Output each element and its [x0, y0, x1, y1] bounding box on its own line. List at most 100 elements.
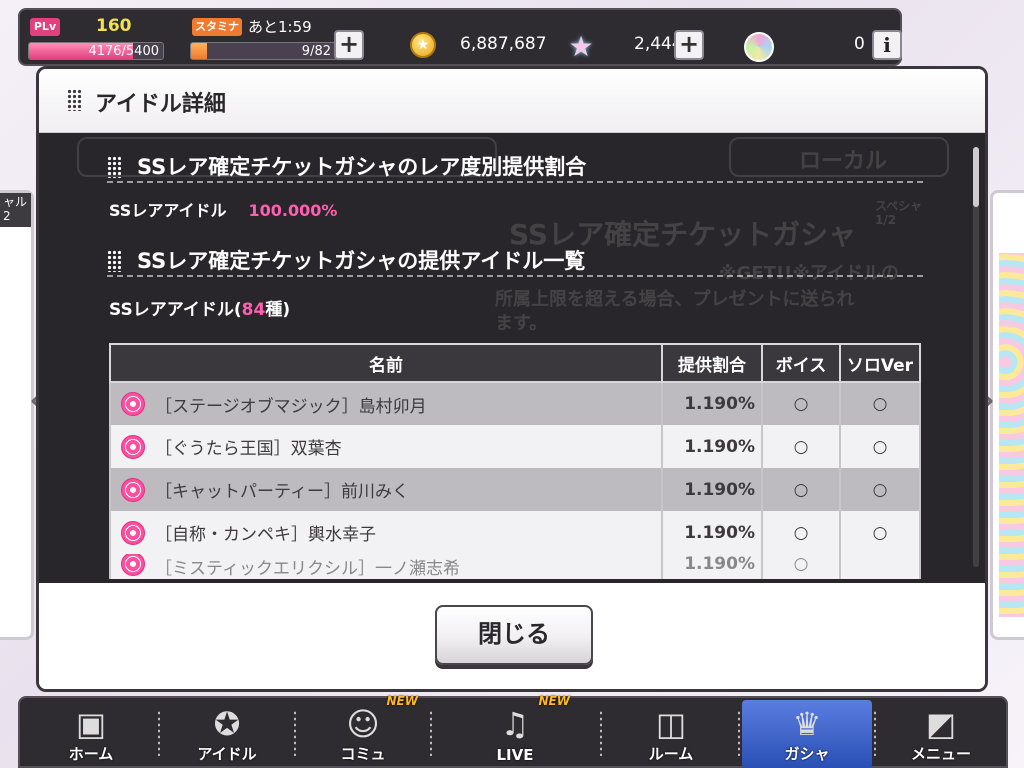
stamina-plus-button[interactable]: + — [334, 30, 364, 60]
idol-list-heading: SSレア確定チケットガシャの提供アイドル一覧 — [107, 245, 923, 277]
idol-rate: 1.190% — [661, 511, 763, 554]
nav-commu[interactable]: NEW ☺ コミュ — [298, 694, 428, 768]
nav-live[interactable]: NEW ♫ LIVE — [450, 694, 580, 768]
solo-mark: ○ — [839, 468, 921, 511]
table-row[interactable]: ［ぐうたら王国］双葉杏 1.190% ○ ○ — [109, 425, 921, 468]
nav-idol[interactable]: ✪ アイドル — [162, 700, 292, 768]
idol-name-cell: ［ステージオブマジック］島村卯月 — [109, 382, 663, 425]
nav-divider — [294, 710, 296, 756]
chat-icon: ☺ — [346, 705, 380, 743]
idol-rate: 1.190% — [661, 382, 763, 425]
idol-rate: 1.190% — [661, 554, 763, 579]
idol-detail-dialog: アイドル詳細 ローカル SSレア確定チケットガシャ スペシャ 1/2 ※GET!… — [36, 66, 988, 692]
close-button[interactable]: 閉じる — [435, 605, 593, 665]
nav-menu[interactable]: ◩ メニュー — [876, 700, 1006, 768]
dialog-footer: 閉じる — [39, 583, 985, 689]
dialog-scroll-area[interactable]: ローカル SSレア確定チケットガシャ スペシャ 1/2 ※GET!!※アイドルの… — [39, 133, 985, 583]
table-row[interactable]: ［ミスティックエリクシル］一ノ瀬志希 1.190% ○ — [109, 554, 921, 579]
dialog-title: アイドル詳細 — [95, 92, 226, 117]
idol-name: ［自称・カンペキ］輿水幸子 — [155, 525, 376, 545]
nav-room[interactable]: ◫ ルーム — [606, 700, 736, 768]
table-row[interactable]: ［キャットパーティー］前川みく 1.190% ○ ○ — [109, 468, 921, 511]
rarity-rate-heading-text: SSレア確定チケットガシャのレア度別提供割合 — [137, 155, 587, 179]
nav-label: ホーム — [68, 745, 114, 763]
rarity-label: SSレアアイドル — [109, 201, 227, 220]
col-header-name: 名前 — [109, 343, 663, 383]
nav-divider — [158, 710, 160, 756]
music-note-icon: ♫ — [500, 705, 530, 743]
stamina-timer: あと1:59 — [248, 18, 312, 36]
speaker-icon: ▣ — [75, 705, 107, 743]
voice-mark: ○ — [761, 511, 841, 554]
grid-dots-icon — [107, 156, 121, 178]
nav-label: ガシャ — [784, 745, 830, 763]
bottom-nav: ▣ ホーム ✪ アイドル NEW ☺ コミュ NEW ♫ LIVE ◫ ルーム … — [18, 694, 1008, 768]
crown-icon: ♛ — [792, 705, 822, 743]
idol-count-line: SSレアアイドル(84種) — [109, 295, 290, 320]
idol-count-prefix: SSレアアイドル( — [109, 300, 242, 320]
idol-name-cell: ［キャットパーティー］前川みく — [109, 468, 663, 511]
nav-label: メニュー — [910, 745, 971, 763]
nav-gacha[interactable]: ♛ ガシャ — [742, 700, 872, 768]
idol-name: ［ミスティックエリクシル］一ノ瀬志希 — [155, 559, 460, 579]
menu-icon: ◩ — [925, 705, 957, 743]
new-badge: NEW — [386, 694, 418, 708]
voice-mark: ○ — [761, 554, 841, 579]
money-coin-icon: ★ — [410, 32, 436, 58]
banner-art — [999, 253, 1024, 617]
idol-name-cell: ［自称・カンペキ］輿水幸子 — [109, 511, 663, 554]
nav-home[interactable]: ▣ ホーム — [26, 700, 156, 768]
idol-name: ［ステージオブマジック］島村卯月 — [155, 396, 427, 417]
player-level: 160 — [96, 16, 132, 36]
solo-mark: ○ — [839, 511, 921, 554]
solo-mark — [839, 554, 921, 579]
nav-label: LIVE — [496, 746, 534, 764]
idol-count-value: 84 — [241, 300, 266, 320]
scrollbar[interactable] — [973, 147, 979, 567]
nav-divider — [738, 710, 740, 756]
nav-divider — [430, 710, 432, 756]
scrollbar-thumb[interactable] — [973, 147, 979, 207]
info-button[interactable]: i — [872, 30, 902, 60]
stamina-bar-fill — [191, 43, 208, 59]
jewel-plus-button[interactable]: + — [674, 30, 704, 60]
table-header-row: 名前 提供割合 ボイス ソロVer — [109, 343, 921, 383]
rarity-rate-line: SSレアアイドル 100.000% — [109, 197, 337, 221]
stamina-badge: スタミナ — [192, 18, 242, 36]
ghost-text-3: ます。 — [495, 313, 548, 334]
col-header-rate: 提供割合 — [661, 343, 763, 383]
ssr-flower-icon — [121, 392, 145, 416]
ssr-flower-icon — [121, 477, 145, 502]
ssr-flower-icon — [121, 520, 145, 545]
voice-mark: ○ — [761, 468, 841, 511]
rainbow-orb-icon — [744, 32, 774, 62]
col-header-solo: ソロVer — [839, 343, 921, 383]
ghost-text-2: 所属上限を超える場合、プレゼントに送られ — [495, 289, 855, 310]
voice-mark: ○ — [761, 382, 841, 425]
new-badge: NEW — [538, 694, 570, 708]
nav-divider — [600, 710, 602, 756]
solo-mark: ○ — [839, 382, 921, 425]
left-banner-tag: ャル 2 — [0, 193, 31, 227]
ghost-special: スペシャ 1/2 — [875, 199, 923, 227]
idol-rate: 1.190% — [661, 468, 763, 511]
ssr-flower-icon — [121, 554, 145, 576]
table-row[interactable]: ［自称・カンペキ］輿水幸子 1.190% ○ ○ — [109, 511, 921, 554]
grid-dots-icon — [107, 250, 121, 272]
idol-name-cell: ［ぐうたら王国］双葉杏 — [109, 425, 663, 468]
nav-label: ルーム — [648, 745, 694, 763]
ssr-flower-icon — [121, 434, 145, 459]
idol-list-heading-text: SSレア確定チケットガシャの提供アイドル一覧 — [137, 249, 586, 273]
orb-value: 0 — [854, 34, 865, 54]
rarity-rate-heading: SSレア確定チケットガシャのレア度別提供割合 — [107, 151, 923, 183]
rarity-rate-value: 100.000% — [248, 201, 338, 220]
idol-name-cell: ［ミスティックエリクシル］一ノ瀬志希 — [109, 554, 663, 579]
status-bar: PLv 160 4176/5400 スタミナ あと1:59 9/82 + ★ 6… — [18, 8, 902, 66]
nav-label: コミュ — [340, 745, 386, 763]
stamina-bar: 9/82 — [190, 42, 338, 60]
col-header-voice: ボイス — [761, 343, 841, 383]
nav-label: アイドル — [197, 745, 257, 763]
money-value: 6,887,687 — [460, 34, 547, 54]
table-row[interactable]: ［ステージオブマジック］島村卯月 1.190% ○ ○ — [109, 382, 921, 425]
stamina-text: 9/82 — [301, 44, 331, 59]
